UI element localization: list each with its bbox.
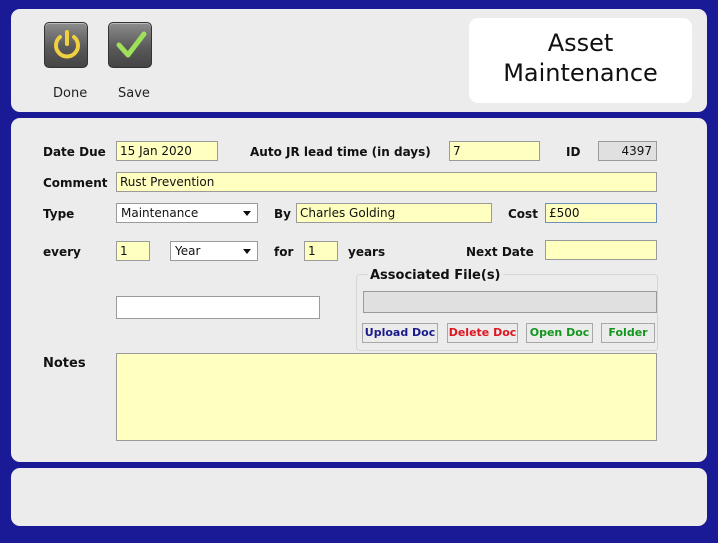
next-date-field[interactable]	[545, 240, 657, 260]
id-field: 4397	[598, 141, 657, 161]
open-doc-button[interactable]: Open Doc	[526, 323, 593, 343]
lead-time-label: Auto JR lead time (in days)	[250, 145, 431, 159]
cost-field[interactable]: £500	[545, 203, 657, 223]
next-date-label: Next Date	[466, 245, 534, 259]
page-title: Asset Maintenance	[469, 18, 692, 103]
notes-field[interactable]	[116, 353, 657, 441]
period-select-value: Year	[175, 244, 201, 258]
save-label: Save	[118, 86, 150, 101]
upload-doc-button[interactable]: Upload Doc	[362, 323, 438, 343]
save-button[interactable]	[108, 22, 152, 68]
associated-files-label: Associated File(s)	[368, 268, 503, 283]
by-field[interactable]: Charles Golding	[296, 203, 492, 223]
lead-time-field[interactable]: 7	[449, 141, 540, 161]
comment-field[interactable]: Rust Prevention	[116, 172, 657, 192]
id-label: ID	[566, 145, 581, 159]
comment-label: Comment	[43, 176, 108, 190]
for-label: for	[274, 245, 294, 259]
chevron-down-icon	[243, 211, 251, 216]
type-select-value: Maintenance	[121, 206, 199, 220]
header-panel: Done Save Asset Maintenance	[11, 9, 707, 112]
delete-doc-button[interactable]: Delete Doc	[447, 323, 518, 343]
done-button[interactable]	[44, 22, 88, 68]
date-due-label: Date Due	[43, 145, 106, 159]
extra-field[interactable]	[116, 296, 320, 319]
date-due-field[interactable]: 15 Jan 2020	[116, 141, 218, 161]
power-icon	[54, 30, 80, 59]
by-label: By	[274, 207, 291, 221]
chevron-down-icon	[243, 249, 251, 254]
for-field[interactable]: 1	[304, 241, 338, 261]
folder-button[interactable]: Folder	[601, 323, 655, 343]
checkmark-icon	[116, 31, 147, 58]
title-line-2: Maintenance	[503, 59, 658, 87]
period-select[interactable]: Year	[170, 241, 258, 261]
type-select[interactable]: Maintenance	[116, 203, 258, 223]
title-line-1: Asset	[547, 29, 614, 57]
done-label: Done	[53, 86, 88, 101]
type-label: Type	[43, 207, 75, 221]
file-path-field	[363, 291, 657, 313]
every-label: every	[43, 245, 81, 259]
footer-panel	[11, 468, 707, 526]
years-label: years	[348, 245, 386, 259]
every-field[interactable]: 1	[116, 241, 150, 261]
notes-label: Notes	[43, 356, 86, 371]
cost-label: Cost	[508, 207, 538, 221]
